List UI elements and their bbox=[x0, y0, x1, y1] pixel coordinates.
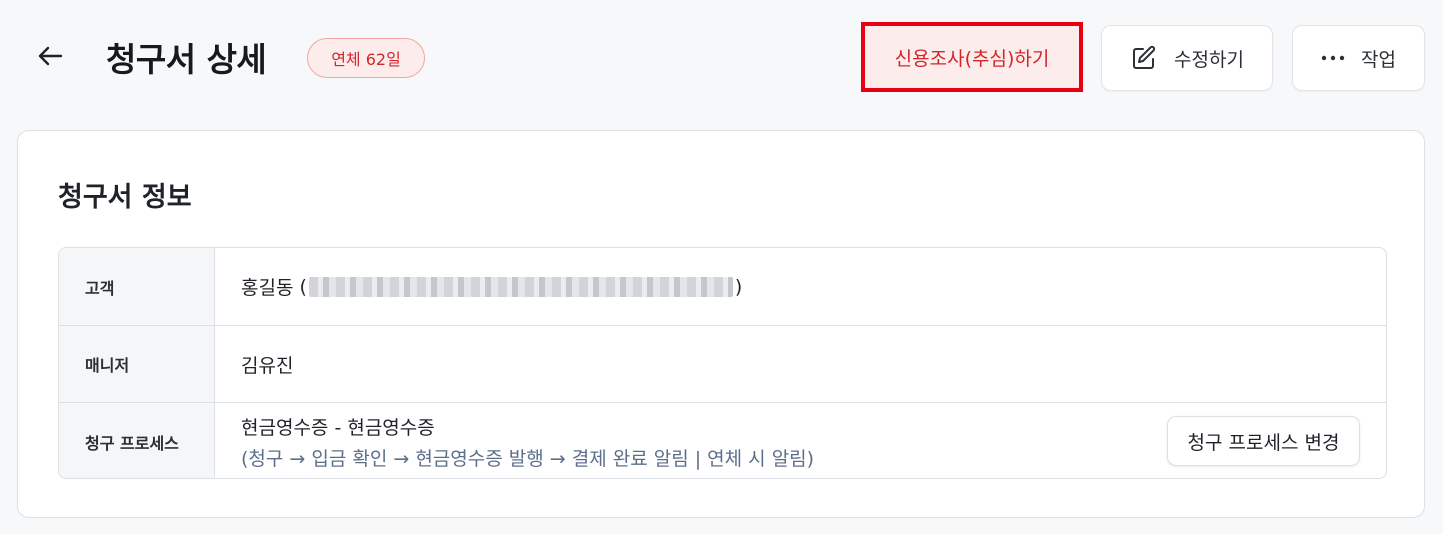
credit-check-button[interactable]: 신용조사(추심)하기 bbox=[861, 22, 1083, 92]
edit-label: 수정하기 bbox=[1174, 48, 1244, 71]
arrow-left-icon bbox=[37, 45, 63, 71]
more-actions-button[interactable]: 작업 bbox=[1292, 25, 1425, 91]
ellipsis-icon bbox=[1321, 54, 1345, 62]
edit-button[interactable]: 수정하기 bbox=[1101, 25, 1273, 91]
table-row-customer: 고객 홍길동 () bbox=[59, 248, 1386, 325]
pencil-icon bbox=[1130, 44, 1158, 72]
customer-label: 고객 bbox=[59, 248, 215, 325]
overdue-badge: 연체 62일 bbox=[307, 38, 425, 78]
table-row-manager: 매니저 김유진 bbox=[59, 325, 1386, 402]
change-process-button[interactable]: 청구 프로세스 변경 bbox=[1167, 416, 1360, 466]
section-title: 청구서 정보 bbox=[58, 182, 192, 213]
customer-value: 홍길동 () bbox=[215, 248, 1386, 325]
table-row-process: 청구 프로세스 현금영수증 - 현금영수증 (청구 → 입금 확인 → 현금영수… bbox=[59, 402, 1386, 478]
page-title: 청구서 상세 bbox=[106, 40, 267, 79]
manager-label: 매니저 bbox=[59, 326, 215, 402]
credit-check-label: 신용조사(추심)하기 bbox=[894, 47, 1050, 70]
process-value: 현금영수증 - 현금영수증 (청구 → 입금 확인 → 현금영수증 발행 → 결… bbox=[215, 403, 1386, 478]
more-actions-label: 작업 bbox=[1361, 48, 1396, 71]
page-header: 청구서 상세 연체 62일 신용조사(추심)하기 수정하기 작업 bbox=[0, 0, 1443, 118]
back-button[interactable] bbox=[30, 40, 70, 76]
redacted-contact bbox=[308, 276, 733, 297]
process-text: 현금영수증 - 현금영수증 (청구 → 입금 확인 → 현금영수증 발행 → 결… bbox=[241, 413, 814, 471]
paren-close: ) bbox=[734, 275, 743, 298]
paren-open: ( bbox=[299, 275, 307, 298]
info-table: 고객 홍길동 () 매니저 김유진 청구 프로세스 현금영수증 - 현금영수증 … bbox=[58, 247, 1387, 479]
customer-name: 홍길동 bbox=[241, 277, 294, 299]
invoice-info-card: 청구서 정보 고객 홍길동 () 매니저 김유진 청구 프로세스 현금영수증 -… bbox=[17, 130, 1425, 518]
manager-value: 김유진 bbox=[241, 354, 294, 377]
process-label: 청구 프로세스 bbox=[59, 403, 215, 478]
process-main: 현금영수증 - 현금영수증 bbox=[241, 416, 435, 439]
process-flow: (청구 → 입금 확인 → 현금영수증 발행 → 결제 완료 알림 | 연체 시… bbox=[241, 447, 815, 470]
